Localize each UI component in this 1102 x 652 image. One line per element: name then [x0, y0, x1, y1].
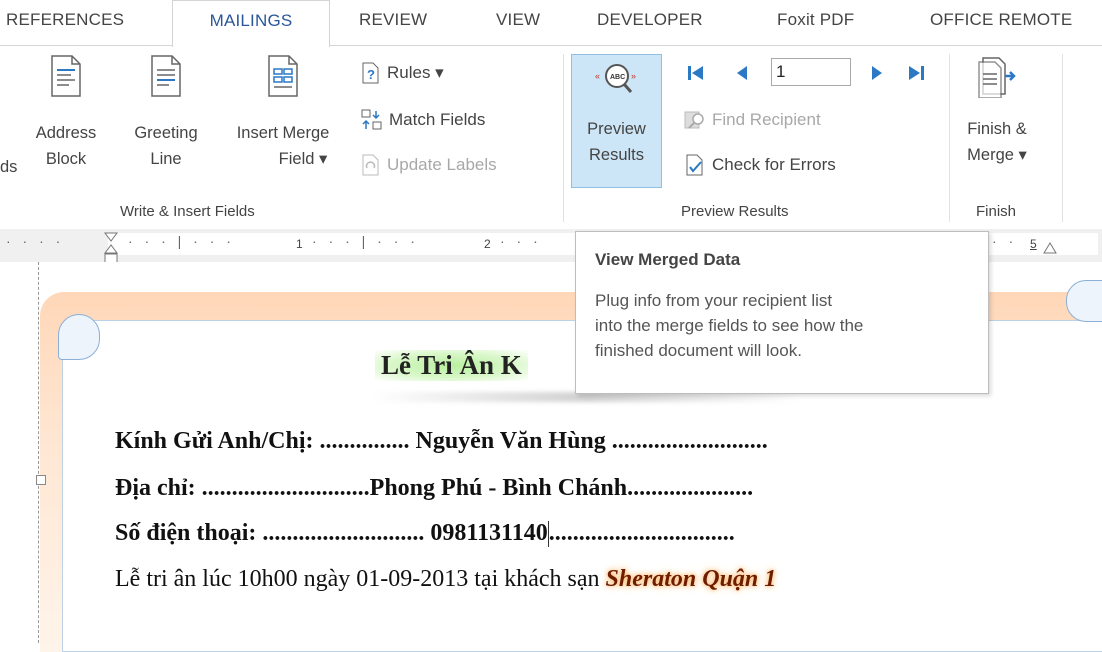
group-label-preview-results: Preview Results [681, 203, 789, 220]
group-label-finish: Finish [976, 203, 1017, 220]
update-labels-button[interactable]: Update Labels [361, 154, 497, 176]
address-block-label-2: Block [45, 150, 87, 168]
address-label: Địa chỉ: ............................ [115, 475, 370, 501]
tab-foxit-pdf[interactable]: Foxit PDF [777, 10, 854, 30]
next-record-icon[interactable] [869, 63, 885, 83]
event-text: Lễ tri ân lúc 10h00 ngày 01-09-2013 tại … [115, 566, 606, 592]
previous-record-icon[interactable] [734, 63, 750, 83]
match-fields-icon [361, 109, 382, 130]
finish-merge-label-2: Merge ▾ [967, 146, 1027, 164]
check-errors-icon [686, 154, 703, 176]
greeting-line-icon [151, 55, 181, 97]
ruler-ticks: · · · | · · · [128, 233, 235, 249]
greeting-line-text: Kính Gửi Anh/Chị: ............... Nguyễn… [115, 428, 768, 455]
abc-preview-icon: ABC « » [595, 64, 636, 93]
phone-tail-dots: ............................... [548, 520, 735, 546]
group-separator [563, 54, 564, 222]
greeting-line-button[interactable]: Greeting Line [122, 54, 210, 172]
preview-results-label-2: Results [588, 146, 645, 164]
greeting-label: Kính Gửi Anh/Chị: ............... [115, 428, 410, 454]
preview-results-content[interactable]: ABC « » Preview Results [571, 58, 662, 168]
address-tail-dots: ..................... [627, 475, 754, 501]
record-number-input[interactable]: 1 [771, 58, 851, 86]
first-record-icon[interactable] [686, 63, 706, 83]
address-line-text: Địa chỉ: ............................Pho… [115, 475, 753, 502]
svg-text:?: ? [367, 67, 375, 82]
tooltip-title: View Merged Data [595, 250, 741, 269]
recipient-name-field: Nguyễn Văn Hùng [409, 428, 612, 454]
event-line-text: Lễ tri ân lúc 10h00 ngày 01-09-2013 tại … [115, 566, 776, 593]
ribbon-tab-bar: REFERENCES MAILINGS REVIEW VIEW DEVELOPE… [0, 0, 1102, 47]
find-recipient-label: Find Recipient [712, 110, 821, 129]
tab-references[interactable]: REFERENCES [6, 10, 124, 30]
phone-line-text: Số điện thoại: .........................… [115, 520, 735, 548]
ruler-number-1: 1 [296, 237, 303, 251]
ruler-ticks: · · · · [6, 233, 65, 249]
address-block-icon [51, 55, 81, 97]
ruler-ticks: · · · | · · · [312, 233, 419, 249]
tab-mailings-container[interactable]: MAILINGS [172, 0, 330, 47]
finish-merge-button[interactable]: Finish & Merge ▾ [957, 54, 1037, 168]
scroll-curl-right [1066, 280, 1102, 322]
insert-merge-field-icon [268, 55, 298, 97]
tab-view[interactable]: VIEW [496, 10, 540, 30]
greeting-line-label-2: Line [150, 150, 182, 168]
group-separator [1062, 54, 1063, 222]
right-indent-marker-icon[interactable] [1042, 239, 1058, 255]
match-fields-label: Match Fields [389, 110, 486, 129]
rules-icon: ? [362, 62, 379, 84]
ruler-number-2: 2 [484, 237, 491, 251]
tab-review[interactable]: REVIEW [359, 10, 427, 30]
update-labels-icon [362, 154, 379, 176]
address-block-button[interactable]: Address Block [30, 54, 102, 172]
check-for-errors-label: Check for Errors [712, 155, 836, 174]
update-labels-label: Update Labels [387, 155, 497, 174]
tooltip-line: finished document will look. [595, 341, 802, 360]
rules-label: Rules ▾ [387, 63, 444, 82]
svg-text:»: » [631, 71, 636, 81]
tooltip-line: Plug info from your recipient list [595, 291, 833, 310]
page-margin-guide [38, 262, 39, 643]
scroll-curl-left [58, 314, 100, 360]
ruler-number-5: 5 [1030, 237, 1037, 251]
greeting-line-label-1: Greeting [134, 124, 198, 142]
group-separator [949, 54, 950, 222]
document-title: Lễ Tri Ân K [375, 350, 528, 381]
preview-results-tooltip: View Merged Data Plug info from your rec… [575, 231, 989, 394]
tab-developer[interactable]: DEVELOPER [597, 10, 703, 30]
match-fields-button[interactable]: Match Fields [361, 109, 485, 131]
finish-merge-label-1: Finish & [967, 120, 1027, 138]
phone-label: Số điện thoại: .........................… [115, 520, 425, 546]
preview-results-label-1: Preview [587, 120, 646, 138]
check-for-errors-button[interactable]: Check for Errors [684, 154, 836, 176]
svg-text:«: « [595, 71, 600, 81]
address-block-label-1: Address [35, 124, 97, 142]
insert-merge-field-button[interactable]: Insert Merge Field ▾ [219, 54, 347, 172]
group-label-write-insert: Write & Insert Fields [120, 203, 255, 220]
finish-merge-icon [978, 57, 1016, 98]
tooltip-body: Plug info from your recipient list into … [595, 288, 980, 363]
find-recipient-icon [684, 111, 704, 129]
partial-button-label[interactable]: ds [0, 154, 24, 180]
last-record-icon[interactable] [906, 63, 926, 83]
phone-field: 0981131140 [424, 520, 548, 546]
greeting-tail-dots: .......................... [611, 428, 768, 454]
address-field: Phong Phú - Bình Chánh [369, 475, 628, 501]
svg-text:ABC: ABC [610, 74, 625, 81]
tab-mailings[interactable]: MAILINGS [173, 11, 329, 31]
hotel-name-highlight: Sheraton Quận 1 [605, 566, 777, 592]
rules-button[interactable]: ? Rules ▾ [361, 62, 444, 84]
ribbon-mailings: ds Address Block Greeting Line Insert Me… [0, 45, 1102, 230]
ruler-ticks: · · · [500, 233, 542, 249]
shape-resize-handle[interactable] [36, 475, 46, 485]
tooltip-line: into the merge fields to see how the [595, 316, 864, 335]
tab-office-remote[interactable]: OFFICE REMOTE [930, 10, 1072, 30]
insert-merge-field-label-1: Insert Merge [236, 124, 330, 142]
insert-merge-field-label-2: Field ▾ [278, 150, 328, 168]
ruler-ticks: · · [992, 233, 1018, 249]
find-recipient-button[interactable]: Find Recipient [684, 109, 821, 131]
